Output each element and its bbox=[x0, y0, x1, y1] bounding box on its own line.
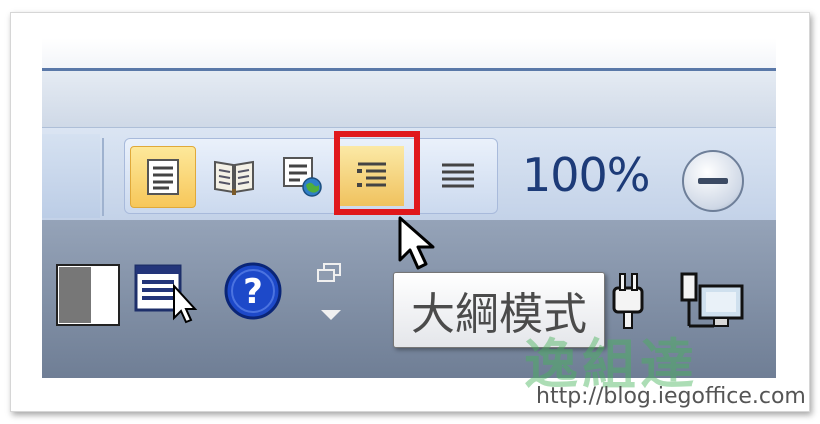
status-bar-separator bbox=[102, 138, 104, 216]
ribbon-band bbox=[42, 71, 776, 127]
help-icon[interactable]: ? bbox=[222, 260, 284, 322]
draft-view-button[interactable] bbox=[426, 146, 490, 206]
status-bar-left-section bbox=[42, 134, 100, 218]
highlight-box bbox=[334, 131, 420, 215]
web-page-globe-icon bbox=[283, 157, 322, 197]
ribbon-top-strip bbox=[42, 38, 776, 71]
horizontal-lines-icon bbox=[442, 163, 474, 188]
zoom-level[interactable]: 100% bbox=[522, 148, 651, 202]
zoom-out-button[interactable] bbox=[682, 150, 744, 212]
watermark-url: http://blog.iegoffice.com bbox=[536, 384, 806, 409]
window-list-cursor-icon[interactable] bbox=[134, 260, 200, 326]
print-layout-button[interactable] bbox=[130, 146, 196, 208]
mouse-cursor-icon bbox=[398, 216, 435, 270]
web-layout-button[interactable] bbox=[270, 146, 334, 206]
restore-windows-icon[interactable] bbox=[314, 262, 348, 322]
open-book-icon bbox=[214, 160, 254, 195]
desktop-toggle-icon[interactable] bbox=[56, 264, 120, 326]
page-lines-icon bbox=[147, 159, 179, 195]
svg-text:?: ? bbox=[243, 272, 263, 312]
full-screen-reading-button[interactable] bbox=[202, 146, 266, 206]
